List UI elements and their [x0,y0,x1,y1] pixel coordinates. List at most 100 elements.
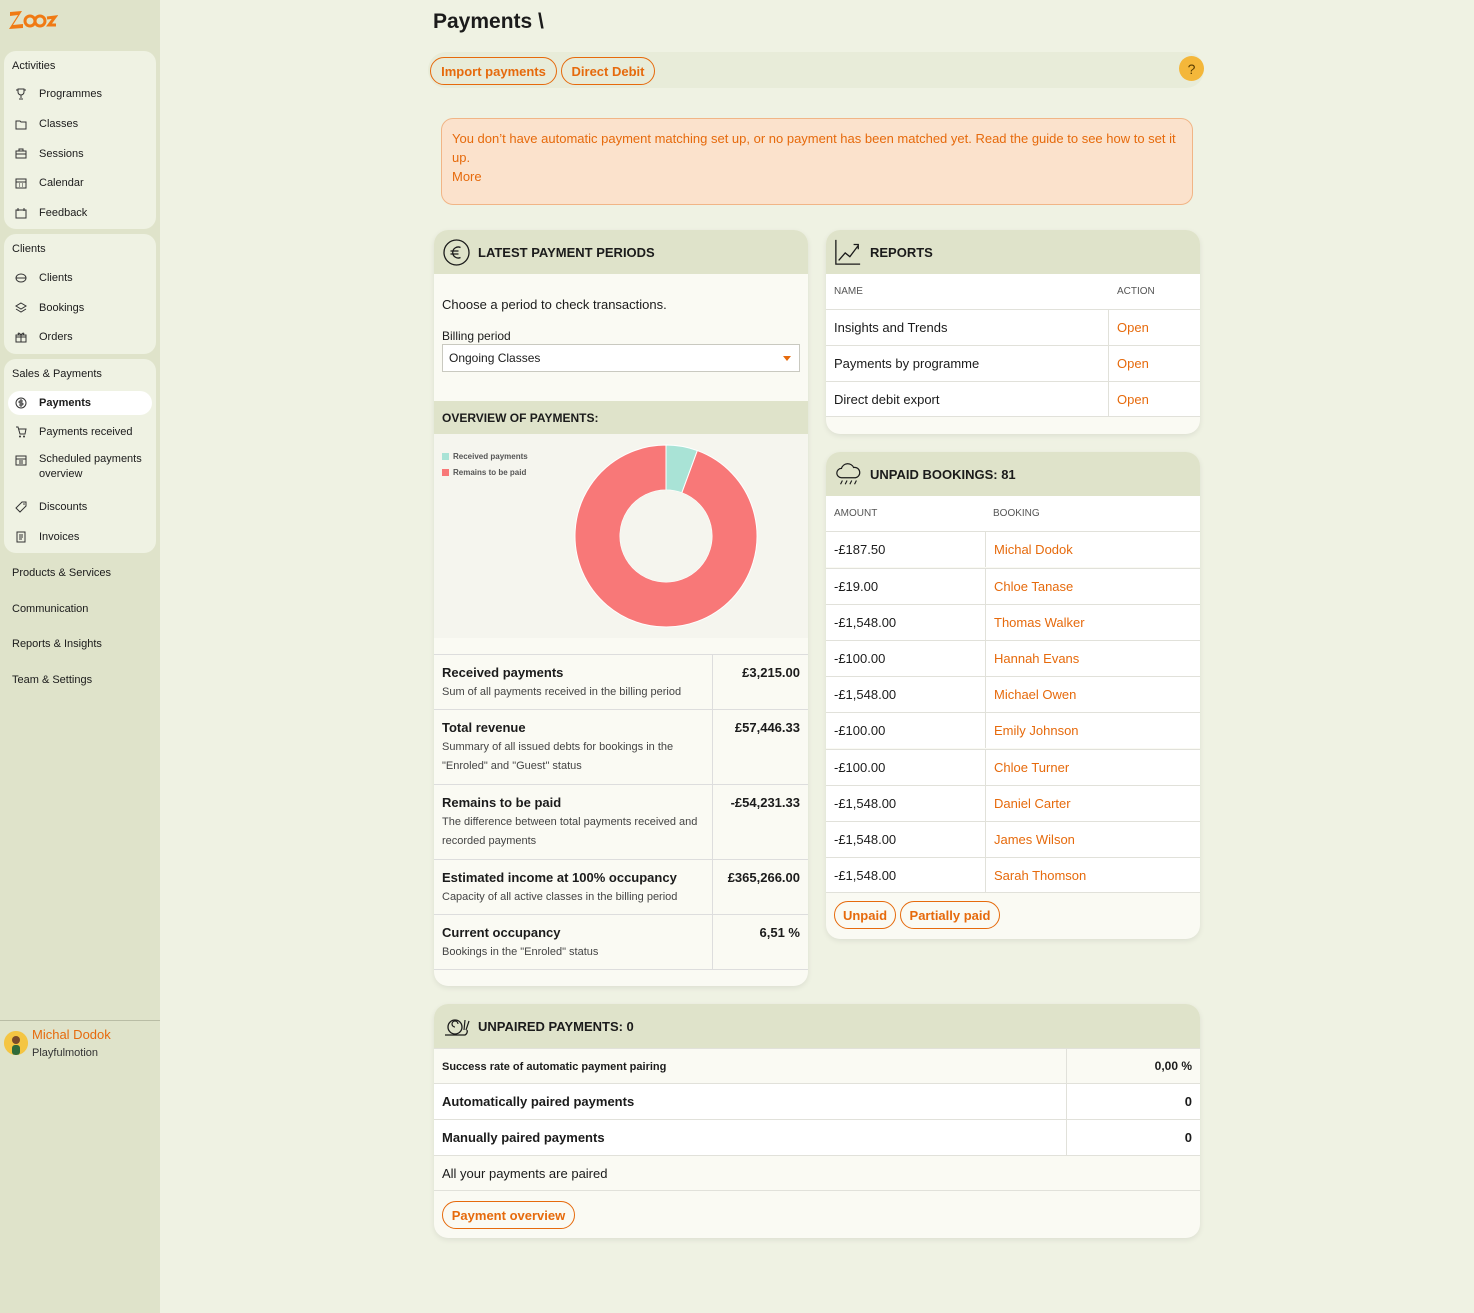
stat-desc: Summary of all issued debts for bookings… [442,741,674,772]
booking-link[interactable]: Daniel Carter [985,786,1200,821]
sidebar-item-clients[interactable]: Clients [8,266,152,290]
stat-title: Current occupancy [442,925,561,940]
unpaid-header: UNPAID BOOKINGS: 81 [826,452,1200,496]
sidebar-item-payments[interactable]: Payments [8,391,152,415]
stat-estimated-income: Estimated income at 100% occupancy Capaci… [434,860,808,915]
legend-label-remaining: Remains to be paid [453,467,527,477]
booking-amount: -£100.00 [834,760,886,775]
currency-icon [14,396,28,410]
col-action: ACTION [1117,286,1155,297]
sidebar-item-bookings[interactable]: Bookings [8,296,152,320]
booking-amount: -£1,548.00 [834,687,897,702]
sales-group: Sales & Payments Payments Payments recei… [4,359,156,553]
sidebar-item-label: Discounts [39,500,88,513]
table-row: Payments by programme Open [826,345,1200,381]
help-button[interactable]: ? [1179,56,1204,81]
stat-value: £365,266.00 [712,860,808,914]
sidebar-item-invoices[interactable]: Invoices [8,525,152,549]
stat-received: Received payments Sum of all payments rec… [434,655,808,710]
booking-link[interactable]: Emily Johnson [985,713,1200,748]
snail-icon [442,1012,470,1040]
activities-heading: Activities [12,60,56,72]
unpaired-title: UNPAIRED PAYMENTS: 0 [478,1018,634,1034]
sidebar-item-programmes[interactable]: Programmes [8,82,152,106]
open-report-link[interactable]: Open [1108,382,1200,416]
avatar[interactable] [4,1031,28,1055]
stat-remains: Remains to be paid The difference between… [434,785,808,860]
table-row: Success rate of automatic payment pairin… [434,1048,1200,1084]
sidebar-item-calendar[interactable]: Calendar [8,171,152,195]
sidebar-item-label: Orders [39,330,73,343]
booking-link[interactable]: Thomas Walker [985,605,1200,640]
donut-chart [574,444,758,628]
metric-name: Automatically paired payments [442,1094,635,1109]
chevron-down-icon [783,356,791,361]
sidebar-section-team[interactable]: Team & Settings [12,674,92,686]
sidebar-section-reports[interactable]: Reports & Insights [12,638,102,650]
direct-debit-button[interactable]: Direct Debit [561,57,655,85]
table-row: Automatically paired payments 0 [434,1083,1200,1119]
booking-link[interactable]: Chloe Turner [985,750,1200,785]
table-row: Manually paired payments 0 [434,1119,1200,1155]
booking-amount: -£1,548.00 [834,796,897,811]
folder-icon [14,117,28,131]
sidebar-item-discounts[interactable]: Discounts [8,495,152,519]
sidebar-item-classes[interactable]: Classes [8,112,152,136]
unpaired-payments-card: UNPAIRED PAYMENTS: 0 Success rate of aut… [434,1004,1200,1238]
stat-title: Estimated income at 100% occupancy [442,870,677,885]
sidebar-item-label: Clients [39,271,73,284]
table-row: -£1,548.00 Sarah Thomson [826,857,1200,893]
booking-link[interactable]: Hannah Evans [985,641,1200,676]
import-payments-button[interactable]: Import payments [430,57,557,85]
open-report-link[interactable]: Open [1108,310,1200,345]
layers-icon [14,301,28,315]
trophy-icon [14,87,28,101]
billing-period-select[interactable]: Ongoing Classes [442,344,800,372]
payment-overview-button[interactable]: Payment overview [442,1201,575,1229]
payments-chart: Received payments Remains to be paid [434,434,808,638]
reports-header: REPORTS [826,230,1200,274]
periods-intro: Choose a period to check transactions. [442,297,667,312]
report-name: Direct debit export [834,392,940,407]
table-row: -£100.00 Hannah Evans [826,640,1200,676]
zooza-logo[interactable] [8,8,58,30]
legend-swatch-received [442,452,449,460]
col-booking: BOOKING [993,508,1040,519]
open-report-link[interactable]: Open [1108,346,1200,381]
booking-link[interactable]: Michael Owen [985,677,1200,712]
clients-heading: Clients [12,243,46,255]
sidebar-item-payments-received[interactable]: Payments received [8,420,152,444]
sidebar-item-label: Payments received [39,425,133,438]
metric-value: 0 [1066,1084,1200,1119]
partially-paid-filter-button[interactable]: Partially paid [900,901,1000,929]
sidebar-item-scheduled-payments[interactable]: Scheduled payments overview [8,450,152,484]
user-name[interactable]: Michal Dodok [32,1027,111,1042]
sidebar: Activities Programmes Classes Sessions C… [0,0,160,1313]
booking-link[interactable]: Sarah Thomson [985,858,1200,892]
sidebar-item-sessions[interactable]: Sessions [8,142,152,166]
sidebar-item-orders[interactable]: Orders [8,325,152,349]
latest-payment-periods-card: LATEST PAYMENT PERIODS Choose a period t… [434,230,808,986]
periods-title: LATEST PAYMENT PERIODS [478,244,655,260]
legend-item-remaining[interactable]: Remains to be paid [442,464,528,480]
legend-label-received: Received payments [453,451,528,461]
reports-table-header: NAME ACTION [826,274,1200,310]
col-amount: AMOUNT [834,508,878,519]
booking-link[interactable]: Chloe Tanase [985,569,1200,604]
booking-link[interactable]: Michal Dodok [985,532,1200,567]
booking-amount: -£100.00 [834,723,886,738]
sidebar-section-products[interactable]: Products & Services [12,567,111,579]
stat-desc: Bookings in the "Enroled" status [442,946,599,958]
stat-desc: Capacity of all active classes in the bi… [442,891,678,903]
stat-value: -£54,231.33 [712,785,808,859]
calendar-icon [14,176,28,190]
legend-item-received[interactable]: Received payments [442,448,528,464]
alert-more-link[interactable]: More [452,167,1182,186]
stat-value: £3,215.00 [712,655,808,709]
booking-link[interactable]: James Wilson [985,822,1200,857]
unpaid-filter-button[interactable]: Unpaid [834,901,896,929]
sidebar-item-label: Scheduled payments overview [39,453,142,480]
stat-title: Remains to be paid [442,795,562,810]
sidebar-item-feedback[interactable]: Feedback [8,201,152,225]
sidebar-section-communication[interactable]: Communication [12,603,88,615]
